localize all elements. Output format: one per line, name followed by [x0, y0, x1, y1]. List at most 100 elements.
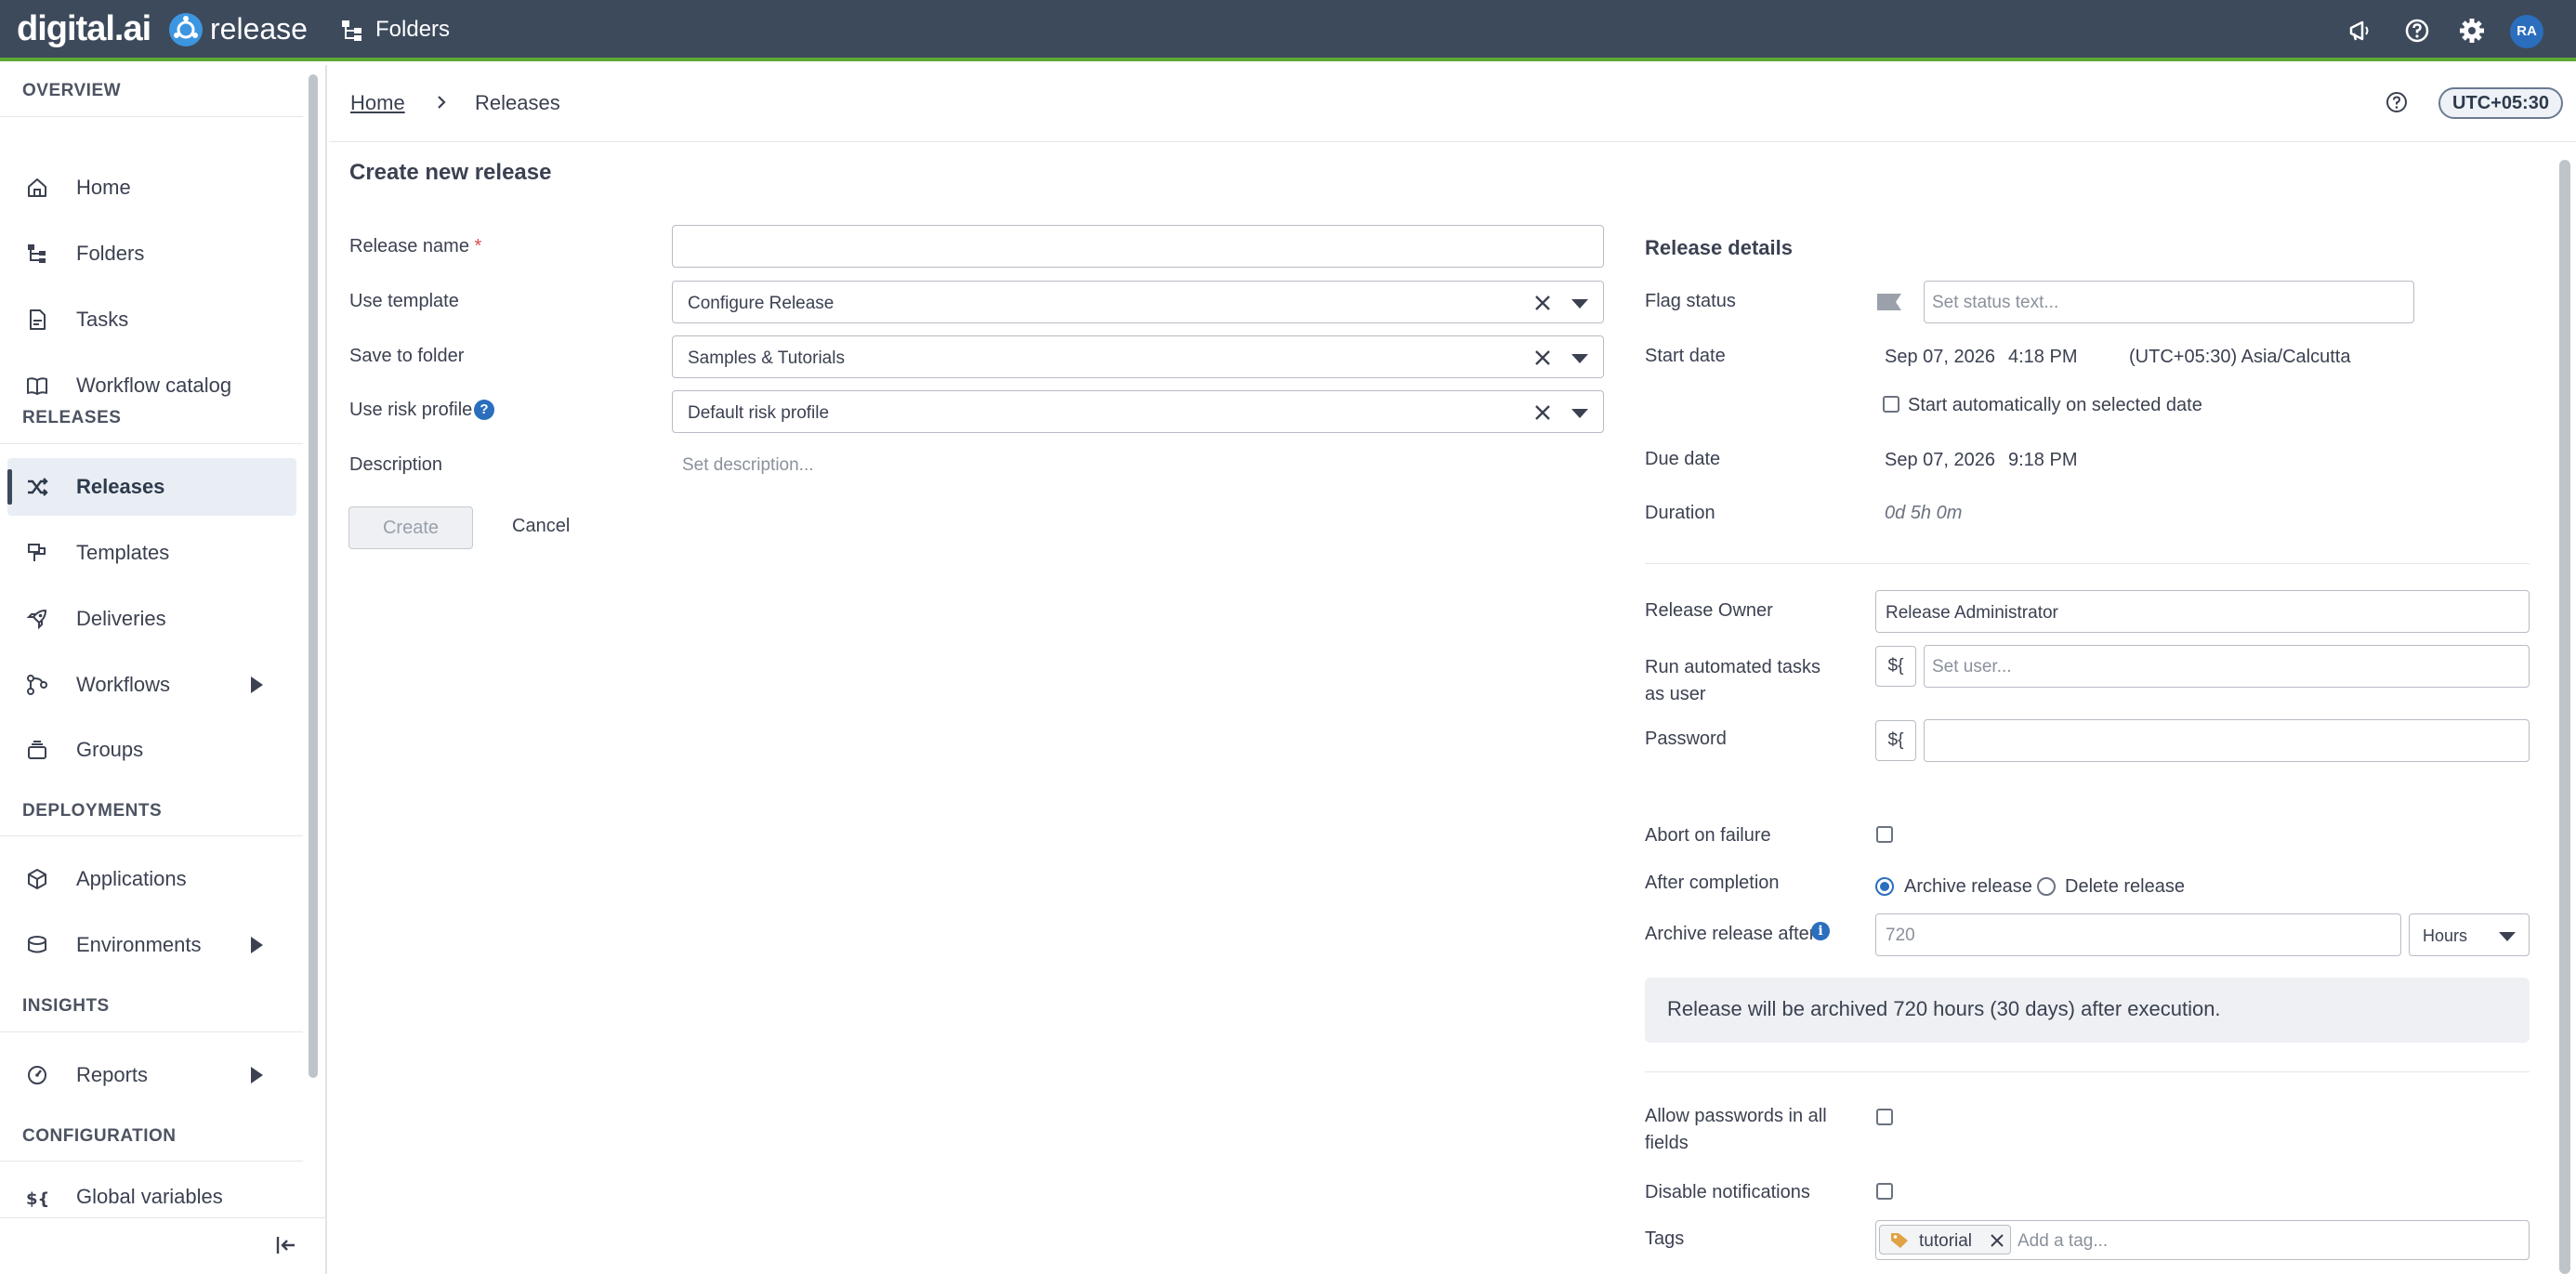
delete-release-option-label: Delete release	[2065, 876, 2185, 897]
delete-release-radio[interactable]	[2037, 877, 2056, 896]
sidebar-item-label: Environments	[76, 933, 202, 956]
cube-icon	[26, 868, 48, 890]
help-icon[interactable]	[2385, 90, 2409, 114]
run-as-user-input[interactable]: Set user...	[1924, 645, 2530, 688]
template-icon	[26, 542, 48, 564]
start-date-value[interactable]: Sep 07, 2026	[1885, 347, 1995, 368]
archive-unit-value: Hours	[2423, 926, 2468, 945]
digital-ai-logo[interactable]: digital.ai	[17, 9, 151, 49]
run-as-user-placeholder: Set user...	[1932, 657, 2012, 676]
cancel-button[interactable]: Cancel	[512, 516, 570, 537]
sidebar: OVERVIEW Home Folders Tasks Workflow cat…	[0, 65, 327, 1274]
risk-profile-select[interactable]: Default risk profile	[672, 390, 1604, 433]
clear-template-icon[interactable]	[1533, 294, 1552, 312]
announcement-icon[interactable]	[2346, 17, 2374, 45]
abort-on-failure-checkbox[interactable]	[1876, 826, 1893, 843]
sidebar-item-label: Global variables	[76, 1185, 223, 1208]
release-owner-input[interactable]: Release Administrator	[1875, 590, 2530, 633]
description-field[interactable]: Set description...	[682, 455, 814, 476]
required-marker: *	[474, 236, 482, 256]
sidebar-item-groups[interactable]: Groups	[7, 721, 296, 779]
archive-release-option-label: Archive release	[1904, 876, 2032, 897]
header-divider	[329, 141, 2576, 142]
duration-value: 0d 5h 0m	[1885, 503, 1963, 523]
due-date-label: Due date	[1645, 449, 1721, 469]
start-timezone-value: (UTC+05:30) Asia/Calcutta	[2129, 347, 2351, 367]
sidebar-item-deliveries[interactable]: Deliveries	[7, 590, 296, 648]
archive-after-info-icon[interactable]: i	[1811, 922, 1830, 940]
archive-unit-select[interactable]: Hours	[2409, 913, 2530, 956]
book-icon	[26, 374, 48, 397]
disable-notifications-checkbox[interactable]	[1876, 1183, 1893, 1200]
expand-caret-icon[interactable]	[251, 1067, 263, 1084]
sidebar-item-releases[interactable]: Releases	[7, 458, 296, 516]
folder-select[interactable]: Samples & Tutorials	[672, 335, 1604, 378]
password-variable-button[interactable]: ${	[1875, 720, 1916, 761]
archive-after-input[interactable]: 720	[1875, 913, 2401, 956]
run-as-variable-button[interactable]: ${	[1875, 646, 1916, 687]
password-label: Password	[1645, 729, 1727, 749]
create-button[interactable]: Create	[348, 506, 473, 549]
settings-gear-icon[interactable]	[2458, 17, 2486, 45]
due-time-value[interactable]: 9:18 PM	[2008, 450, 2077, 471]
expand-caret-icon[interactable]	[251, 937, 263, 953]
release-logo-text: release	[210, 12, 308, 46]
sidebar-item-templates[interactable]: Templates	[7, 524, 296, 582]
sidebar-scrollbar[interactable]	[309, 74, 318, 1078]
allow-passwords-checkbox[interactable]	[1876, 1109, 1893, 1125]
sidebar-item-environments[interactable]: Environments	[7, 916, 296, 974]
risk-profile-help-icon[interactable]: ?	[474, 400, 494, 420]
description-label: Description	[349, 454, 443, 475]
chevron-down-icon[interactable]	[2499, 932, 2516, 941]
risk-profile-value: Default risk profile	[688, 403, 830, 423]
clear-risk-profile-icon[interactable]	[1533, 403, 1552, 422]
sidebar-footer-divider	[0, 1217, 327, 1218]
home-icon	[26, 177, 48, 199]
workflow-icon	[26, 674, 48, 696]
chevron-down-icon[interactable]	[1571, 354, 1588, 363]
sidebar-item-folders[interactable]: Folders	[7, 225, 296, 282]
chevron-down-icon[interactable]	[1571, 299, 1588, 309]
sidebar-item-label: Folders	[76, 242, 145, 265]
collapse-sidebar-icon[interactable]	[275, 1234, 297, 1256]
rocket-icon	[26, 608, 48, 630]
tag-chip[interactable]: tutorial	[1879, 1225, 2011, 1254]
password-input[interactable]	[1924, 719, 2530, 762]
section-divider	[0, 1031, 303, 1032]
sidebar-item-tasks[interactable]: Tasks	[7, 291, 296, 348]
start-automatically-checkbox[interactable]	[1883, 396, 1899, 413]
variable-icon: ${	[26, 1187, 49, 1209]
sidebar-item-applications[interactable]: Applications	[7, 850, 296, 908]
sidebar-item-workflow-catalog[interactable]: Workflow catalog	[7, 357, 296, 414]
remove-tag-icon[interactable]	[1990, 1233, 2004, 1248]
sidebar-item-home[interactable]: Home	[7, 159, 296, 217]
overview-section-label: OVERVIEW	[22, 81, 122, 100]
due-date-value[interactable]: Sep 07, 2026	[1885, 450, 1995, 471]
flag-status-input[interactable]: Set status text...	[1924, 281, 2414, 323]
sidebar-item-reports[interactable]: Reports	[7, 1046, 296, 1104]
chevron-down-icon[interactable]	[1571, 409, 1588, 418]
release-name-input[interactable]	[672, 225, 1604, 268]
clear-folder-icon[interactable]	[1533, 348, 1552, 367]
top-folders-link[interactable]: Folders	[375, 17, 450, 43]
main-scrollbar[interactable]	[2559, 160, 2570, 1274]
tag-icon	[1889, 1230, 1910, 1249]
help-icon[interactable]	[2403, 17, 2431, 45]
template-select[interactable]: Configure Release	[672, 281, 1604, 323]
user-avatar[interactable]: RA	[2510, 15, 2543, 48]
sidebar-item-label: Home	[76, 176, 131, 199]
sidebar-item-label: Tasks	[76, 308, 129, 331]
expand-caret-icon[interactable]	[251, 676, 263, 693]
add-tag-placeholder: Add a tag...	[2017, 1231, 2109, 1251]
breadcrumb-home[interactable]: Home	[350, 91, 405, 115]
start-time-value[interactable]: 4:18 PM	[2008, 347, 2077, 368]
groups-icon	[26, 739, 48, 761]
archive-release-radio[interactable]	[1875, 877, 1894, 896]
timezone-badge[interactable]: UTC+05:30	[2438, 87, 2563, 119]
flag-icon[interactable]	[1875, 292, 1903, 312]
sidebar-item-workflows[interactable]: Workflows	[7, 656, 296, 714]
sidebar-item-global-variables[interactable]: ${ Global variables	[7, 1175, 296, 1216]
duration-label: Duration	[1645, 503, 1715, 523]
sidebar-item-label: Applications	[76, 867, 187, 890]
release-logo-icon	[169, 13, 203, 46]
